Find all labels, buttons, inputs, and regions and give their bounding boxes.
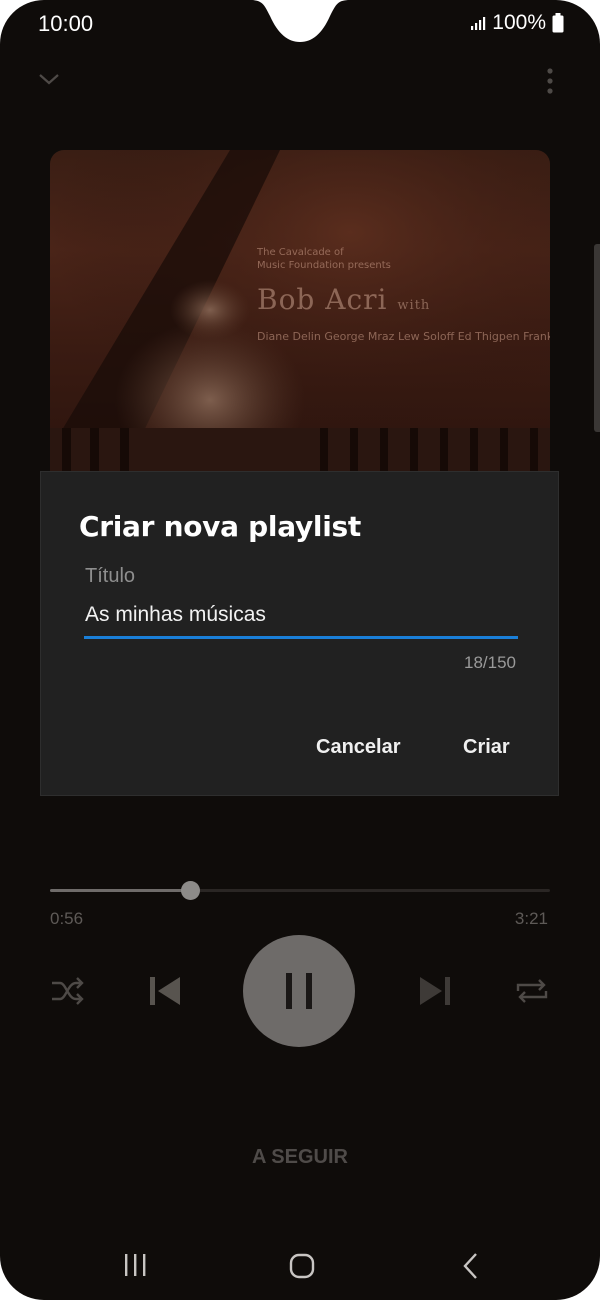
create-playlist-dialog: Criar nova playlist Título 18/150 Cancel… [40,471,559,796]
shuffle-icon[interactable] [50,975,86,1007]
home-icon[interactable] [288,1252,316,1280]
seek-bar[interactable] [50,881,550,900]
seek-bar-progress [50,889,190,892]
system-nav-bar [0,1230,600,1300]
up-next-button[interactable]: A SEGUIR [0,1146,600,1169]
back-icon[interactable] [460,1252,482,1280]
recents-icon[interactable] [122,1252,148,1278]
battery-percent: 100% [492,11,546,34]
album-artist-title: Bob Acri with [257,283,431,316]
seek-bar-thumb[interactable] [180,881,200,900]
status-right: 100% [470,11,564,35]
signal-icon [471,17,486,30]
play-pause-button[interactable] [243,935,355,1047]
chevron-down-icon[interactable] [38,70,60,88]
repeat-icon[interactable] [514,975,550,1007]
title-field-label: Título [85,565,136,587]
create-button[interactable]: Criar [463,736,510,759]
more-vert-icon[interactable] [544,67,556,95]
cancel-button[interactable]: Cancelar [316,736,401,759]
album-presenter: The Cavalcade of Music Foundation presen… [257,247,391,271]
previous-icon[interactable] [148,975,182,1007]
elapsed-time: 0:56 [50,909,84,928]
status-bar: 10:00 100% [0,0,600,48]
album-performers: Diane Delin George Mraz Lew Soloff Ed Th… [257,330,550,343]
char-counter: 18/150 [464,653,516,672]
album-art: The Cavalcade of Music Foundation presen… [50,150,550,480]
dialog-title: Criar nova playlist [79,510,361,543]
playlist-title-input[interactable] [84,598,518,639]
next-icon[interactable] [418,975,452,1007]
status-time: 10:00 [38,11,94,36]
camera-notch [250,0,350,42]
battery-icon [552,13,564,33]
side-scroll-handle[interactable] [594,244,600,432]
total-duration: 3:21 [514,909,548,928]
phone-screen: 10:00 100% The Cavalcade of Music Founda… [0,0,600,1300]
pause-icon [286,973,312,1009]
